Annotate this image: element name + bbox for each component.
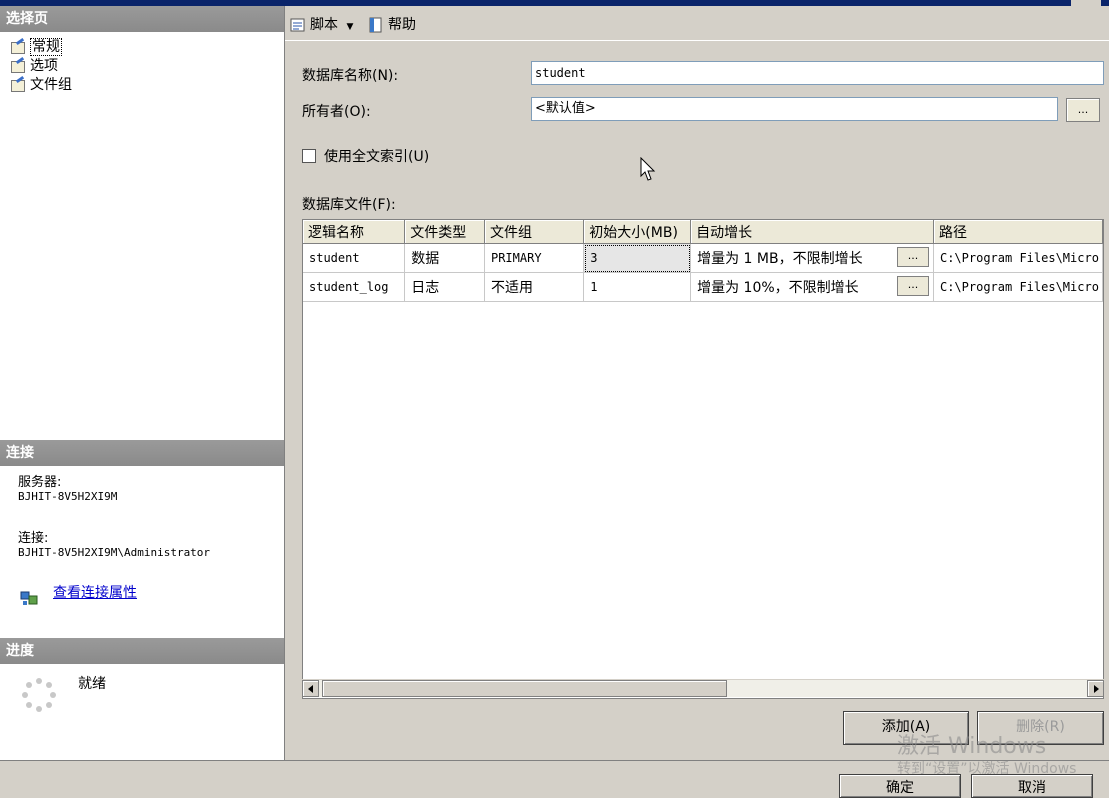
logical-name-cell[interactable]: student (303, 243, 406, 273)
autogrowth-edit-button[interactable]: ... (896, 276, 929, 296)
column-header[interactable]: 路径 (933, 220, 1103, 244)
column-header[interactable]: 文件组 (484, 220, 585, 244)
page-general[interactable]: 常规 (10, 38, 62, 56)
ok-button[interactable]: 确定 (839, 774, 961, 798)
progress-spinner-icon (22, 678, 56, 712)
table-row[interactable]: student 数据 PRIMARY 3 增量为 1 MB，不限制增长... C… (303, 243, 1103, 273)
page-options-label: 选项 (30, 58, 58, 74)
mouse-cursor-icon (640, 157, 656, 181)
toolbar: 脚本 ▼ 帮助 (285, 6, 1109, 40)
page-options[interactable]: 选项 (10, 57, 58, 75)
db-name-input[interactable]: student (531, 61, 1104, 85)
db-files-label: 数据库文件(F): (302, 197, 396, 213)
db-name-label: 数据库名称(N): (302, 68, 399, 84)
script-label: 脚本 (310, 17, 338, 33)
connection-properties-icon (20, 591, 38, 605)
connection-label: 连接: (18, 531, 49, 546)
toolbar-divider (285, 40, 1109, 41)
file-type-cell[interactable]: 数据 (404, 243, 485, 273)
page-icon (10, 40, 26, 54)
left-pane: 选择页 常规 选项 文件组 连接 服务器: BJHIT-8V5H2XI9M 连接… (0, 6, 285, 760)
server-value: BJHIT-8V5H2XI9M (18, 490, 118, 503)
help-label: 帮助 (388, 17, 416, 33)
select-page-header: 选择页 (0, 6, 284, 32)
page-general-label: 常规 (30, 38, 62, 56)
autogrowth-edit-button[interactable]: ... (896, 247, 929, 267)
help-icon (369, 17, 382, 33)
table-row[interactable]: student_log 日志 不适用 1 增量为 10%，不限制增长... C:… (303, 272, 1103, 302)
filegroup-cell[interactable]: 不适用 (484, 272, 585, 302)
page-filegroups-label: 文件组 (30, 77, 72, 93)
activation-watermark-title: 激活 Windows (897, 734, 1047, 759)
view-connection-properties-link[interactable]: 查看连接属性 (53, 582, 137, 602)
owner-browse-button[interactable]: ... (1066, 98, 1100, 122)
column-header[interactable]: 初始大小(MB) (583, 220, 692, 244)
initial-size-cell[interactable]: 1 (583, 272, 692, 302)
column-header[interactable]: 自动增长 (690, 220, 934, 244)
scrollbar-thumb[interactable] (322, 680, 727, 697)
autogrowth-cell[interactable]: 增量为 10%，不限制增长... (690, 272, 934, 302)
column-header[interactable]: 文件类型 (404, 220, 485, 244)
column-header[interactable]: 逻辑名称 (303, 220, 406, 244)
files-table: 逻辑名称 文件类型 文件组 初始大小(MB) 自动增长 路径 student 数… (303, 220, 1103, 302)
cancel-button[interactable]: 取消 (971, 774, 1093, 798)
server-label: 服务器: (18, 475, 62, 490)
initial-size-cell[interactable]: 3 (583, 243, 692, 273)
logical-name-cell[interactable]: student_log (303, 272, 406, 302)
autogrowth-text: 增量为 10%，不限制增长 (697, 280, 859, 296)
scroll-right-icon[interactable] (1087, 680, 1104, 697)
progress-header: 进度 (0, 638, 284, 664)
progress-status: 就绪 (78, 676, 106, 692)
fulltext-label: 使用全文索引(U) (324, 149, 430, 165)
path-cell[interactable]: C:\Program Files\Micro (933, 272, 1103, 302)
page-icon (10, 59, 26, 73)
chevron-down-icon: ▼ (346, 22, 354, 32)
horizontal-scrollbar[interactable] (302, 679, 1104, 697)
autogrowth-text: 增量为 1 MB，不限制增长 (697, 251, 863, 267)
owner-label: 所有者(O): (302, 104, 371, 120)
filegroup-cell[interactable]: PRIMARY (484, 243, 585, 273)
database-files-grid: 逻辑名称 文件类型 文件组 初始大小(MB) 自动增长 路径 student 数… (302, 219, 1104, 699)
table-header-row: 逻辑名称 文件类型 文件组 初始大小(MB) 自动增长 路径 (303, 220, 1103, 244)
fulltext-checkbox[interactable] (302, 149, 316, 163)
autogrowth-cell[interactable]: 增量为 1 MB，不限制增长... (690, 243, 934, 273)
page-filegroups[interactable]: 文件组 (10, 76, 72, 94)
scroll-left-icon[interactable] (302, 680, 319, 697)
page-icon (10, 78, 26, 92)
connection-value: BJHIT-8V5H2XI9M\Administrator (18, 546, 211, 559)
script-icon (290, 18, 305, 32)
script-button[interactable]: 脚本 ▼ (289, 15, 353, 35)
file-type-cell[interactable]: 日志 (404, 272, 485, 302)
path-cell[interactable]: C:\Program Files\Micro (933, 243, 1103, 273)
owner-input[interactable]: <默认值> (531, 97, 1058, 121)
connection-header: 连接 (0, 440, 284, 466)
help-button[interactable]: 帮助 (367, 15, 416, 35)
